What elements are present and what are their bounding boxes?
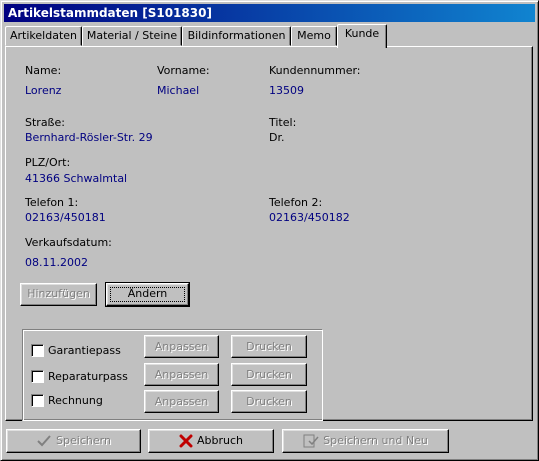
reparaturpass-drucken-button[interactable]: Drucken (231, 363, 307, 386)
reparaturpass-anpassen-button[interactable]: Anpassen (144, 363, 219, 386)
strasse-value: Bernhard-Rösler-Str. 29 (25, 131, 153, 144)
telefon1-label: Telefon 1: (25, 196, 79, 209)
kundennummer-value: 13509 (269, 84, 304, 97)
garantiepass-anpassen-button[interactable]: Anpassen (144, 335, 219, 358)
kunde-panel: Name: Lorenz Vorname: Michael Kundennumm… (5, 46, 533, 421)
abbruch-button[interactable]: Abbruch (148, 429, 274, 453)
window-title: Artikelstammdaten [S101830] (4, 4, 535, 22)
reparaturpass-checkbox[interactable] (31, 370, 44, 383)
verkaufsdatum-value: 08.11.2002 (25, 256, 88, 269)
garantiepass-checkbox[interactable] (31, 344, 44, 357)
telefon2-label: Telefon 2: (269, 196, 323, 209)
garantiepass-label: Garantiepass (48, 344, 121, 357)
plz-value: 41366 Schwalmtal (25, 172, 128, 185)
name-label: Name: (25, 64, 62, 77)
hinzufuegen-button[interactable]: Hinzufügen (20, 283, 97, 306)
hinzufuegen-label: Hinzufügen (27, 287, 90, 300)
main-window: Artikelstammdaten [S101830] Artikeldaten… (0, 0, 539, 461)
titel-value: Dr. (269, 131, 285, 144)
speichern-neu-label: Speichern und Neu (323, 434, 428, 447)
speichern-button[interactable]: Speichern (6, 429, 141, 453)
name-value: Lorenz (25, 84, 62, 97)
kundennummer-label: Kundennummer: (269, 64, 361, 77)
tab-kunde[interactable]: Kunde (337, 24, 387, 48)
aendern-button[interactable]: Ändern (105, 282, 190, 307)
plz-label: PLZ/Ort: (25, 156, 71, 169)
speichern-label: Speichern (56, 434, 111, 447)
save-new-icon (303, 434, 319, 448)
rechnung-checkbox[interactable] (31, 394, 44, 407)
rechnung-drucken-button[interactable]: Drucken (231, 390, 307, 413)
rechnung-anpassen-button[interactable]: Anpassen (144, 390, 219, 413)
telefon2-value: 02163/450182 (269, 211, 350, 224)
tab-material-steine[interactable]: Material / Steine (82, 26, 182, 46)
garantiepass-drucken-button[interactable]: Drucken (231, 335, 307, 358)
tab-artikeldaten[interactable]: Artikeldaten (5, 26, 82, 46)
checkmark-icon (37, 435, 51, 447)
tab-memo[interactable]: Memo (291, 26, 337, 46)
titel-label: Titel: (269, 116, 297, 129)
tab-bildinformationen[interactable]: Bildinformationen (182, 26, 291, 46)
vorname-label: Vorname: (157, 64, 210, 77)
strasse-label: Straße: (25, 116, 65, 129)
verkaufsdatum-label: Verkaufsdatum: (25, 236, 112, 249)
rechnung-label: Rechnung (48, 394, 103, 407)
telefon1-value: 02163/450181 (25, 211, 106, 224)
reparaturpass-label: Reparaturpass (48, 370, 128, 383)
speichern-neu-button[interactable]: Speichern und Neu (282, 429, 449, 453)
cancel-x-icon (179, 434, 193, 448)
abbruch-label: Abbruch (196, 434, 243, 447)
vorname-value: Michael (157, 84, 200, 97)
focus-rect (110, 287, 185, 302)
